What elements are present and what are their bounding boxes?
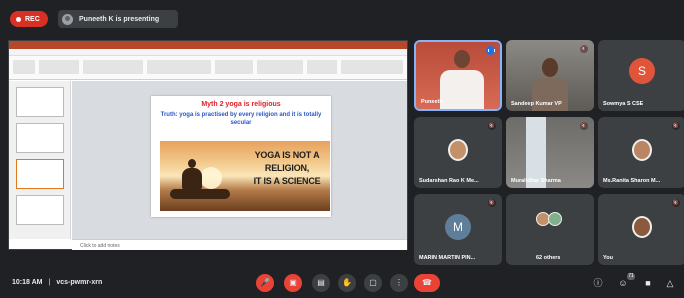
more-options-button[interactable]: ⋮ xyxy=(390,274,408,292)
recording-label: REC xyxy=(25,15,40,23)
participant-name: MARIN MARTIN PIN... xyxy=(419,255,476,261)
presenter-avatar xyxy=(62,13,73,25)
speaking-indicator-icon xyxy=(486,46,495,55)
mic-off-icon: 🔇 xyxy=(580,45,588,53)
recording-badge: REC xyxy=(10,11,48,27)
participant-name: Muralidhar Sharma xyxy=(511,178,561,184)
participant-tile[interactable]: 🔇 Sudarshan Rao K Me... xyxy=(414,117,502,188)
participant-avatar: M xyxy=(445,214,471,240)
slide-thumbnail xyxy=(16,195,64,225)
people-count-badge: 71 xyxy=(627,273,635,280)
activities-icon: △ xyxy=(666,278,674,288)
participant-name: Sudarshan Rao K Me... xyxy=(419,178,479,184)
participant-tile[interactable]: S Sowmya S CSE xyxy=(598,40,684,111)
meeting-code: vcs-pwmr-xrn xyxy=(56,279,103,286)
present-button[interactable]: ▢ xyxy=(364,274,382,292)
mic-off-icon: 🔇 xyxy=(580,122,588,130)
participant-name: Puneeth xyxy=(421,99,443,105)
sun-shape xyxy=(200,167,222,189)
participant-tile[interactable]: 🔇 Ms.Ranita Sharon M... xyxy=(598,117,684,188)
others-tile[interactable]: 62 others xyxy=(506,194,594,265)
participant-avatar xyxy=(632,139,652,161)
presenting-text: Puneeth K is presenting xyxy=(79,15,160,23)
hand-icon: ✋ xyxy=(342,278,352,287)
slide-thumbnail xyxy=(16,123,64,153)
participant-name: Sowmya S CSE xyxy=(603,101,644,107)
mic-off-icon: 🎤 xyxy=(260,278,270,287)
activities-button[interactable]: △ xyxy=(664,277,676,289)
participant-name: Sandeep Kumar VP xyxy=(511,101,562,107)
meeting-clock: 10:18 AM | vcs-pwmr-xrn xyxy=(12,279,103,286)
participant-avatar xyxy=(632,216,652,238)
presenting-banner[interactable]: Puneeth K is presenting xyxy=(58,10,178,28)
people-icon: ☺ xyxy=(618,278,628,288)
slide-truth-text: Truth: yoga is practised by every religi… xyxy=(160,112,322,126)
participant-name: Ms.Ranita Sharon M... xyxy=(603,178,661,184)
info-icon: ⓘ xyxy=(593,278,603,288)
ppt-titlebar xyxy=(9,41,407,49)
slide-thumbnails xyxy=(9,81,71,239)
mic-off-icon: 🔇 xyxy=(672,122,680,130)
chat-icon: ■ xyxy=(645,278,651,288)
mic-off-button[interactable]: 🎤 xyxy=(256,274,274,292)
self-tile[interactable]: 🔇 You xyxy=(598,194,684,265)
participant-tile[interactable]: 🔇 Muralidhar Sharma xyxy=(506,117,594,188)
slide-thumbnail xyxy=(16,87,64,117)
others-count: 62 others xyxy=(536,255,561,261)
slide-thumbnail-selected xyxy=(16,159,64,189)
yoga-image-caption: YOGA IS NOT A RELIGION, IT IS A SCIENCE xyxy=(253,150,321,186)
captions-icon: ▤ xyxy=(317,278,325,287)
slide-myth-heading: Myth 2 yoga is religious xyxy=(201,101,281,108)
raise-hand-button[interactable]: ✋ xyxy=(338,274,356,292)
present-icon: ▢ xyxy=(369,278,377,287)
mic-off-icon: 🔇 xyxy=(488,199,496,207)
participant-tile[interactable]: 🔇 Sandeep Kumar VP xyxy=(506,40,594,111)
ppt-ribbon xyxy=(9,56,407,80)
time: 10:18 AM xyxy=(12,279,43,286)
end-call-icon: ☎ xyxy=(422,278,432,287)
chat-button[interactable]: ■ xyxy=(642,277,654,289)
participant-tile[interactable]: Puneeth xyxy=(414,40,502,111)
camera-off-button[interactable]: ▣ xyxy=(284,274,302,292)
slide-canvas: Myth 2 yoga is religious Truth: yoga is … xyxy=(72,81,407,239)
record-dot-icon xyxy=(16,16,21,22)
participant-name: You xyxy=(603,255,613,261)
top-bar: REC Puneeth K is presenting xyxy=(0,0,684,34)
mic-off-icon: 🔇 xyxy=(488,122,496,130)
camera-off-icon: ▣ xyxy=(289,278,297,287)
yoga-image: YOGA IS NOT A RELIGION, IT IS A SCIENCE xyxy=(160,141,330,211)
participant-avatar: S xyxy=(629,58,655,84)
captions-button[interactable]: ▤ xyxy=(312,274,330,292)
ppt-ribbon-tabs xyxy=(9,49,407,56)
participant-tile[interactable]: M 🔇 MARIN MARTIN PIN... xyxy=(414,194,502,265)
current-slide: Myth 2 yoga is religious Truth: yoga is … xyxy=(151,96,331,217)
participant-avatar xyxy=(448,139,468,161)
shared-screen: Myth 2 yoga is religious Truth: yoga is … xyxy=(8,40,408,250)
more-vert-icon: ⋮ xyxy=(395,278,403,287)
mic-off-icon: 🔇 xyxy=(672,199,680,207)
end-call-button[interactable]: ☎ xyxy=(414,274,440,292)
participant-avatar xyxy=(548,212,562,226)
bottom-bar: 10:18 AM | vcs-pwmr-xrn 🎤 ▣ ▤ ✋ ▢ ⋮ ☎ ⓘ … xyxy=(0,268,684,298)
notes-pane: Click to add notes xyxy=(72,239,407,250)
info-button[interactable]: ⓘ xyxy=(592,277,604,289)
